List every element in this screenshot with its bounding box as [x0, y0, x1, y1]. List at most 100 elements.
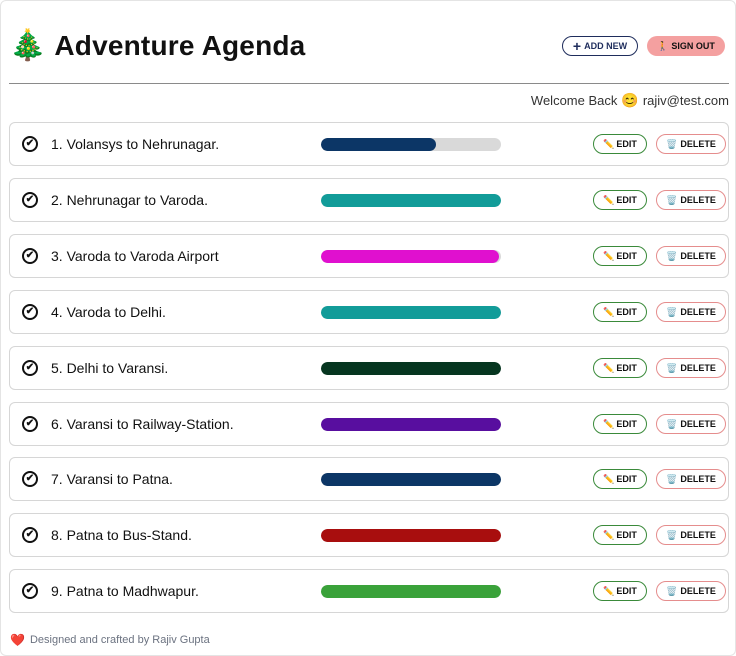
footer: ❤️ Designed and crafted by Rajiv Gupta [10, 633, 210, 647]
header-divider [9, 83, 729, 84]
delete-label: DELETE [680, 307, 716, 317]
delete-button[interactable]: 🗑️ DELETE [656, 581, 726, 601]
edit-label: EDIT [616, 251, 637, 261]
progress-fill [321, 250, 500, 263]
item-title: 9. Patna to Madhwapur. [51, 583, 199, 599]
trash-icon: 🗑️ [666, 194, 678, 205]
progress-fill [321, 362, 501, 375]
progress-bar [321, 138, 501, 151]
check-icon: ✔ [25, 418, 35, 429]
check-icon: ✔ [25, 473, 35, 484]
trash-icon: 🗑️ [666, 473, 678, 484]
sign-out-button[interactable]: 🚶 SIGN OUT [647, 36, 725, 56]
delete-button[interactable]: 🗑️ DELETE [656, 525, 726, 545]
pencil-icon: ✏️ [603, 585, 615, 596]
walking-person-icon: 🚶 [657, 40, 669, 51]
smile-icon: 😊 [621, 92, 639, 108]
progress-fill [321, 529, 501, 542]
add-new-button[interactable]: + ADD NEW [562, 36, 638, 56]
pencil-icon: ✏️ [603, 473, 615, 484]
check-icon: ✔ [25, 194, 35, 205]
complete-toggle[interactable]: ✔ [22, 192, 38, 208]
delete-button[interactable]: 🗑️ DELETE [656, 414, 726, 434]
edit-button[interactable]: ✏️ EDIT [593, 358, 647, 378]
progress-fill [321, 306, 501, 319]
check-icon: ✔ [25, 585, 35, 596]
pencil-icon: ✏️ [603, 250, 615, 261]
pencil-icon: ✏️ [603, 138, 615, 149]
header: 🎄 Adventure Agenda + ADD NEW 🚶 SIGN OUT [9, 28, 727, 68]
edit-button[interactable]: ✏️ EDIT [593, 581, 647, 601]
trash-icon: 🗑️ [666, 418, 678, 429]
item-title: 8. Patna to Bus-Stand. [51, 527, 192, 543]
edit-label: EDIT [616, 195, 637, 205]
check-icon: ✔ [25, 362, 35, 373]
progress-bar [321, 194, 501, 207]
list-item: ✔ 5. Delhi to Varansi. ✏️ EDIT 🗑️ DELETE [9, 346, 729, 390]
delete-button[interactable]: 🗑️ DELETE [656, 134, 726, 154]
list-item: ✔ 3. Varoda to Varoda Airport ✏️ EDIT 🗑️ DELE… [9, 234, 729, 278]
complete-toggle[interactable]: ✔ [22, 471, 38, 487]
check-icon: ✔ [25, 250, 35, 261]
trash-icon: 🗑️ [666, 585, 678, 596]
add-new-label: ADD NEW [584, 41, 628, 51]
edit-button[interactable]: ✏️ EDIT [593, 246, 647, 266]
delete-button[interactable]: 🗑️ DELETE [656, 469, 726, 489]
edit-button[interactable]: ✏️ EDIT [593, 414, 647, 434]
trash-icon: 🗑️ [666, 250, 678, 261]
check-icon: ✔ [25, 138, 35, 149]
trash-icon: 🗑️ [666, 306, 678, 317]
list-item: ✔ 8. Patna to Bus-Stand. ✏️ EDIT 🗑️ DELETE [9, 513, 729, 557]
item-title: 4. Varoda to Delhi. [51, 304, 166, 320]
item-title: 2. Nehrunagar to Varoda. [51, 192, 208, 208]
progress-bar [321, 585, 501, 598]
complete-toggle[interactable]: ✔ [22, 527, 38, 543]
delete-label: DELETE [680, 419, 716, 429]
delete-label: DELETE [680, 195, 716, 205]
edit-label: EDIT [616, 419, 637, 429]
trash-icon: 🗑️ [666, 529, 678, 540]
edit-button[interactable]: ✏️ EDIT [593, 134, 647, 154]
complete-toggle[interactable]: ✔ [22, 248, 38, 264]
complete-toggle[interactable]: ✔ [22, 304, 38, 320]
list-item: ✔ 1. Volansys to Nehrunagar. ✏️ EDIT 🗑️ DELET… [9, 122, 729, 166]
progress-fill [321, 585, 501, 598]
progress-bar [321, 529, 501, 542]
item-title: 7. Varansi to Patna. [51, 471, 173, 487]
progress-bar [321, 418, 501, 431]
plus-icon: + [572, 38, 582, 54]
pencil-icon: ✏️ [603, 362, 615, 373]
delete-button[interactable]: 🗑️ DELETE [656, 302, 726, 322]
brand: 🎄 Adventure Agenda [9, 28, 305, 64]
trash-icon: 🗑️ [666, 138, 678, 149]
delete-button[interactable]: 🗑️ DELETE [656, 358, 726, 378]
delete-label: DELETE [680, 474, 716, 484]
edit-label: EDIT [616, 307, 637, 317]
edit-button[interactable]: ✏️ EDIT [593, 190, 647, 210]
pencil-icon: ✏️ [603, 529, 615, 540]
sign-out-label: SIGN OUT [671, 41, 715, 51]
item-title: 1. Volansys to Nehrunagar. [51, 136, 220, 152]
page-title: Adventure Agenda [54, 30, 306, 61]
welcome-message: Welcome Back 😊 rajiv@test.com [531, 92, 729, 109]
pencil-icon: ✏️ [603, 194, 615, 205]
edit-label: EDIT [616, 530, 637, 540]
progress-bar [321, 362, 501, 375]
delete-button[interactable]: 🗑️ DELETE [656, 190, 726, 210]
heart-icon: ❤️ [10, 633, 25, 647]
edit-button[interactable]: ✏️ EDIT [593, 469, 647, 489]
edit-button[interactable]: ✏️ EDIT [593, 302, 647, 322]
pencil-icon: ✏️ [603, 306, 615, 317]
edit-label: EDIT [616, 363, 637, 373]
check-icon: ✔ [25, 529, 35, 540]
edit-label: EDIT [616, 474, 637, 484]
complete-toggle[interactable]: ✔ [22, 360, 38, 376]
delete-button[interactable]: 🗑️ DELETE [656, 246, 726, 266]
complete-toggle[interactable]: ✔ [22, 136, 38, 152]
complete-toggle[interactable]: ✔ [22, 583, 38, 599]
edit-label: EDIT [616, 586, 637, 596]
complete-toggle[interactable]: ✔ [22, 416, 38, 432]
edit-button[interactable]: ✏️ EDIT [593, 525, 647, 545]
delete-label: DELETE [680, 586, 716, 596]
progress-bar [321, 306, 501, 319]
